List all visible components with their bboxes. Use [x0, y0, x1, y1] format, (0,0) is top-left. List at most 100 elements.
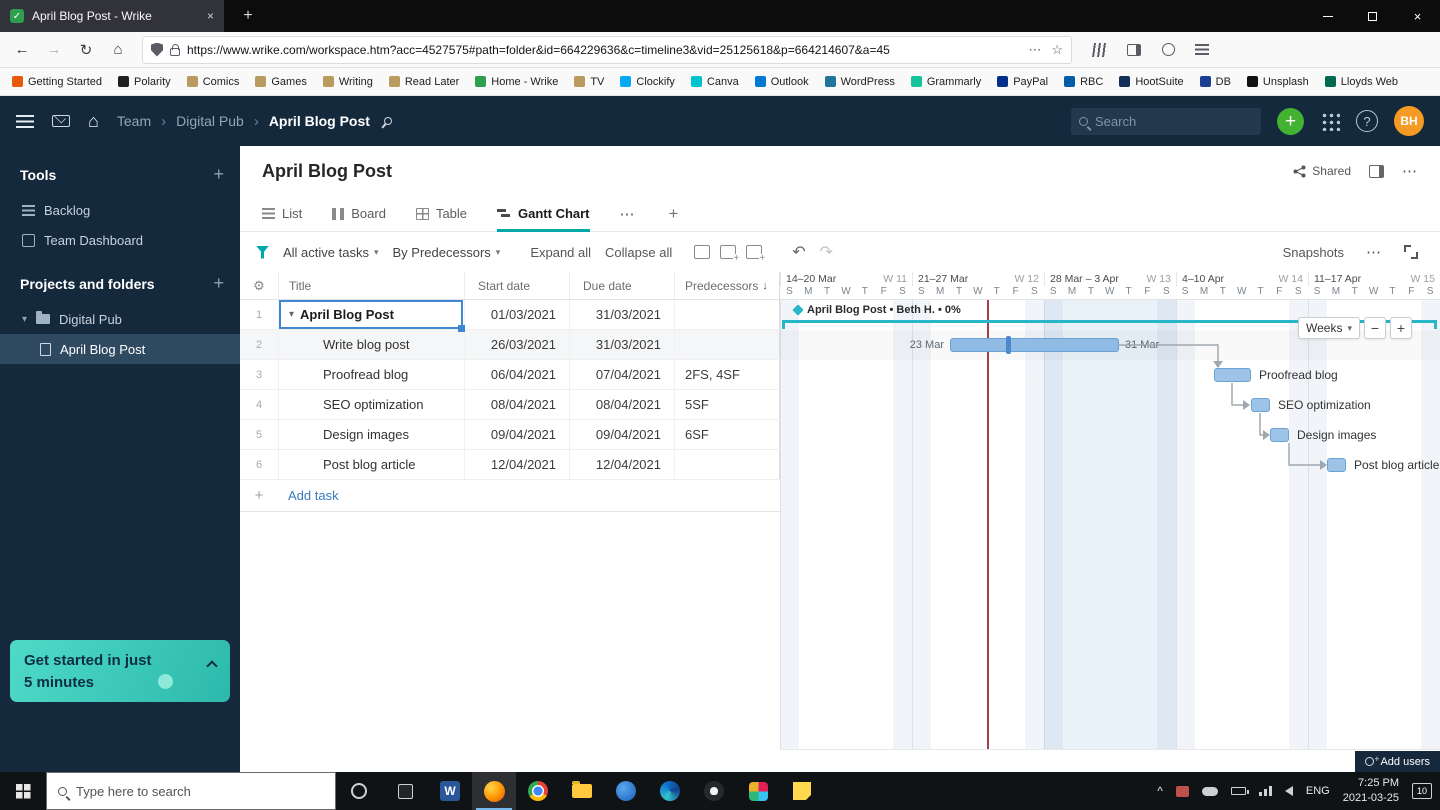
due-date-cell[interactable]: 09/04/2021 — [569, 420, 674, 449]
browser-tab[interactable]: ✓ April Blog Post - Wrike × — [0, 0, 224, 32]
due-date-cell[interactable]: 08/04/2021 — [569, 390, 674, 419]
onedrive-icon[interactable] — [1202, 787, 1218, 796]
title-cell[interactable]: Proofread blog — [278, 360, 464, 389]
due-date-cell[interactable]: 12/04/2021 — [569, 450, 674, 479]
apps-grid-icon[interactable] — [1320, 111, 1340, 131]
add-tool-button[interactable]: + — [213, 164, 224, 185]
notification-center-icon[interactable]: 10 — [1412, 783, 1432, 799]
table-row-april-blog-post[interactable]: 1 ▾ April Blog Post 01/03/2021 31/03/202… — [240, 300, 780, 330]
expand-all-button[interactable]: Expand all — [530, 245, 591, 260]
column-header-title[interactable]: Title — [278, 272, 464, 299]
taskbar-app-github[interactable] — [692, 772, 736, 810]
help-icon[interactable]: ? — [1356, 110, 1378, 132]
new-tab-button[interactable]: + — [234, 7, 262, 25]
taskbar-search[interactable] — [46, 772, 336, 810]
bookmark-item[interactable]: RBC — [1064, 76, 1103, 88]
meet-now-icon[interactable] — [1176, 786, 1189, 797]
menu-icon[interactable] — [1188, 36, 1216, 64]
bookmark-item[interactable]: Getting Started — [12, 76, 102, 88]
taskbar-app-file-explorer[interactable] — [560, 772, 604, 810]
title-cell[interactable]: SEO optimization — [278, 390, 464, 419]
reload-button[interactable]: ↻ — [72, 36, 100, 64]
due-date-cell[interactable]: 07/04/2021 — [569, 360, 674, 389]
predecessors-cell[interactable]: 5SF — [674, 390, 780, 419]
tracking-shield-icon[interactable] — [151, 43, 163, 57]
maximize-button[interactable] — [1350, 0, 1395, 32]
bookmark-item[interactable]: HootSuite — [1119, 76, 1183, 88]
more-views-icon[interactable]: ⋯ — [620, 205, 635, 223]
tab-list[interactable]: List — [262, 196, 302, 232]
table-row-write-blog-post[interactable]: 2 Write blog post 26/03/2021 31/03/2021 — [240, 330, 780, 360]
predecessors-cell[interactable] — [674, 450, 780, 479]
breadcrumb-current[interactable]: April Blog Post — [269, 113, 370, 129]
battery-icon[interactable] — [1231, 787, 1246, 795]
add-subtask-icon[interactable] — [746, 245, 762, 259]
start-date-cell[interactable]: 06/04/2021 — [464, 360, 569, 389]
start-button[interactable] — [0, 772, 46, 810]
network-icon[interactable] — [1259, 786, 1272, 796]
inbox-icon[interactable] — [52, 115, 70, 127]
toolbar-more-icon[interactable]: ⋯ — [1366, 243, 1382, 261]
bookmark-item[interactable]: Grammarly — [911, 76, 981, 88]
due-date-cell[interactable]: 31/03/2021 — [569, 330, 674, 359]
taskbar-app-chrome[interactable] — [516, 772, 560, 810]
taskbar-app-slack[interactable] — [736, 772, 780, 810]
avatar[interactable]: BH — [1394, 106, 1424, 136]
zoom-out-button[interactable]: − — [1364, 317, 1386, 339]
minimize-button[interactable] — [1305, 0, 1350, 32]
start-date-cell[interactable]: 26/03/2021 — [464, 330, 569, 359]
taskbar-app-firefox[interactable] — [472, 772, 516, 810]
start-date-cell[interactable]: 01/03/2021 — [464, 300, 569, 329]
predecessors-cell[interactable]: 2FS, 4SF — [674, 360, 780, 389]
zoom-unit-dropdown[interactable]: Weeks ▾ — [1298, 317, 1360, 339]
library-icon[interactable] — [1086, 36, 1114, 64]
snapshots-button[interactable]: Snapshots — [1283, 245, 1344, 260]
add-task-row[interactable]: + Add task — [240, 480, 780, 512]
cortana-button[interactable] — [336, 772, 382, 810]
group-by-dropdown[interactable]: By Predecessors▾ — [393, 245, 501, 260]
table-row-post-blog-article[interactable]: 6 Post blog article 12/04/2021 12/04/202… — [240, 450, 780, 480]
zoom-in-button[interactable]: + — [1390, 317, 1412, 339]
gantt-chart-area[interactable]: April Blog Post • Beth H. • 0% 23 Mar 31… — [780, 300, 1440, 750]
add-users-button[interactable]: Add users — [1355, 751, 1440, 772]
create-button[interactable]: + — [1277, 108, 1304, 135]
url-text[interactable]: https://www.wrike.com/workspace.htm?acc=… — [187, 43, 1021, 57]
shared-button[interactable]: Shared — [1293, 164, 1351, 178]
search-input[interactable] — [1095, 114, 1253, 129]
taskbar-app-edge[interactable] — [648, 772, 692, 810]
address-bar[interactable]: https://www.wrike.com/workspace.htm?acc=… — [142, 36, 1072, 64]
baseline-icon[interactable] — [694, 245, 710, 259]
column-header-predecessors[interactable]: Predecessors ↓ — [674, 272, 779, 299]
bookmark-item[interactable]: Polarity — [118, 76, 171, 88]
column-header-due-date[interactable]: Due date — [569, 272, 674, 299]
start-date-cell[interactable]: 09/04/2021 — [464, 420, 569, 449]
taskbar-app-sticky-notes[interactable] — [780, 772, 824, 810]
account-icon[interactable] — [1154, 36, 1182, 64]
column-settings-gear-icon[interactable]: ⚙ — [240, 278, 278, 294]
language-indicator[interactable]: ENG — [1306, 785, 1330, 797]
due-date-cell[interactable]: 31/03/2021 — [569, 300, 674, 329]
bookmark-item[interactable]: Games — [255, 76, 306, 88]
undo-icon[interactable]: ↶ — [792, 242, 805, 262]
bookmark-item[interactable]: Outlook — [755, 76, 809, 88]
table-row-proofread-blog[interactable]: 3 Proofread blog 06/04/2021 07/04/2021 2… — [240, 360, 780, 390]
task-view-button[interactable] — [382, 772, 428, 810]
filter-dropdown[interactable]: All active tasks▾ — [283, 245, 379, 260]
expand-chevron-icon[interactable]: ▾ — [22, 314, 27, 325]
tab-gantt-chart[interactable]: Gantt Chart — [497, 196, 590, 232]
tab-board[interactable]: Board — [332, 196, 386, 232]
more-options-icon[interactable]: ⋯ — [1402, 162, 1418, 180]
taskbar-app-word[interactable]: W — [428, 772, 472, 810]
lock-icon[interactable] — [170, 48, 180, 56]
pin-icon[interactable] — [382, 115, 393, 126]
bookmark-item[interactable]: Canva — [691, 76, 739, 88]
add-project-button[interactable]: + — [213, 273, 224, 294]
fullscreen-icon[interactable] — [1404, 245, 1418, 259]
title-cell[interactable]: ▾ April Blog Post — [278, 300, 464, 329]
sidebar-toggle-icon[interactable] — [1120, 36, 1148, 64]
volume-icon[interactable] — [1285, 786, 1293, 796]
sidebar-item-april-blog-post[interactable]: April Blog Post — [0, 334, 240, 364]
taskbar-app-thunderbird[interactable] — [604, 772, 648, 810]
predecessors-cell[interactable] — [674, 300, 780, 329]
onboarding-promo-card[interactable]: Get started in just 5 minutes — [10, 640, 230, 702]
